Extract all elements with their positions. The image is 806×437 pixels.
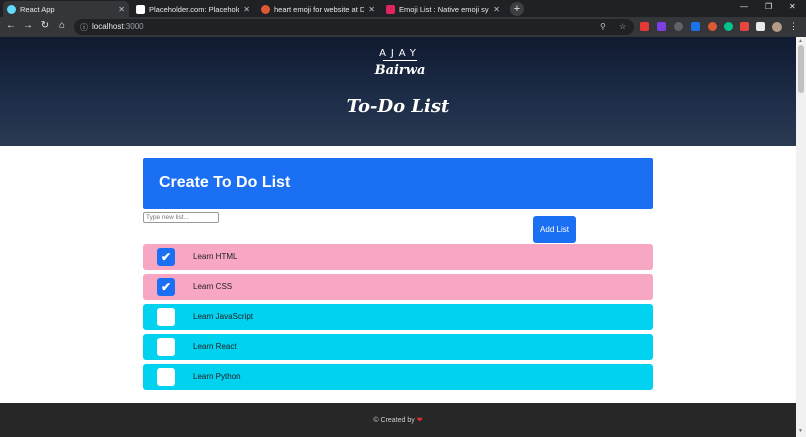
page-scrollbar[interactable]: ▲ ▼	[796, 37, 806, 437]
adblock-extension-icon[interactable]	[640, 22, 649, 31]
close-tab-icon[interactable]: ✕	[243, 5, 250, 14]
footer-credit: © Created by ❤	[0, 416, 796, 424]
url-port: :3000	[123, 22, 144, 31]
browser-tab-strip: React App ✕ Placeholder.com: Placeholder…	[0, 0, 806, 17]
logo-top-text: AJAY	[379, 48, 421, 59]
extension-icon[interactable]	[657, 22, 666, 31]
home-icon[interactable]: ⌂	[55, 20, 69, 31]
site-info-icon[interactable]: ⓘ	[80, 22, 88, 33]
todo-item[interactable]: ✔ Learn HTML	[143, 244, 653, 270]
react-favicon-icon	[7, 4, 16, 14]
back-icon[interactable]: ←	[4, 20, 18, 31]
close-window-icon[interactable]: ✕	[789, 2, 796, 11]
hero-header: AJAY Bairwa To-Do List	[0, 37, 796, 146]
close-tab-icon[interactable]: ✕	[118, 5, 125, 14]
browser-toolbar: ← → ↻ ⌂ ⓘ localhost:3000 ⚲ ☆ ⋮	[0, 17, 806, 37]
extension-icon[interactable]	[708, 22, 717, 31]
todo-item[interactable]: Learn JavaScript	[143, 304, 653, 330]
todo-label: Learn JavaScript	[193, 312, 254, 321]
create-list-heading: Create To Do List	[159, 174, 291, 191]
maximize-icon[interactable]: ❐	[765, 2, 772, 11]
tab-title: Emoji List : Native emoji symbols	[399, 4, 489, 14]
bookmark-star-icon[interactable]: ☆	[619, 22, 626, 31]
tab-react-app[interactable]: React App ✕	[3, 1, 129, 17]
page-viewport: AJAY Bairwa To-Do List Create To Do List…	[0, 37, 796, 437]
logo-script-text: Bairwa	[374, 63, 426, 78]
scroll-up-icon[interactable]: ▲	[798, 38, 803, 44]
heart-icon: ❤	[416, 417, 423, 424]
emoji-favicon-icon	[386, 4, 395, 14]
checkmark-icon: ✔	[160, 250, 172, 264]
add-list-button[interactable]: Add List	[533, 216, 576, 243]
tab-title: React App	[20, 4, 55, 14]
todo-checkbox[interactable]	[157, 308, 175, 326]
new-tab-button[interactable]: +	[510, 2, 524, 16]
url-text[interactable]: localhost:3000	[92, 22, 144, 31]
url-host: localhost	[92, 22, 124, 31]
profile-avatar[interactable]	[772, 22, 782, 32]
tab-placeholder[interactable]: Placeholder.com: Placeholder.com ✕	[132, 1, 254, 17]
extension-icon[interactable]	[674, 22, 683, 31]
tab-title: heart emoji for website at DuckD	[274, 4, 365, 14]
new-list-input[interactable]	[143, 212, 219, 223]
page-title: To-Do List	[346, 96, 450, 117]
footer-credit-text: © Created by	[373, 417, 415, 424]
todo-label: Learn HTML	[193, 252, 238, 261]
todo-checkbox[interactable]: ✔	[157, 278, 175, 296]
address-bar[interactable]: ⓘ localhost:3000 ⚲ ☆	[74, 19, 634, 35]
close-tab-icon[interactable]: ✕	[368, 5, 375, 14]
create-list-card: Create To Do List	[143, 158, 653, 209]
checkmark-icon: ✔	[160, 280, 172, 294]
logo: AJAY Bairwa	[360, 48, 440, 84]
logo-divider	[383, 60, 417, 61]
todo-checkbox[interactable]	[157, 368, 175, 386]
todo-label: Learn React	[193, 342, 237, 351]
tab-duckduckgo[interactable]: heart emoji for website at DuckD ✕	[257, 1, 379, 17]
duckduckgo-favicon-icon	[261, 4, 270, 14]
forward-icon[interactable]: →	[21, 20, 35, 31]
extension-icon[interactable]	[740, 22, 749, 31]
footer: © Created by ❤	[0, 403, 796, 437]
menu-kebab-icon[interactable]: ⋮	[789, 21, 798, 32]
todo-label: Learn Python	[193, 372, 241, 381]
tab-emoji-list[interactable]: Emoji List : Native emoji symbols ✕	[382, 1, 504, 17]
extension-icon[interactable]	[724, 22, 733, 31]
todo-label: Learn CSS	[193, 282, 233, 291]
tab-title: Placeholder.com: Placeholder.com	[149, 4, 239, 14]
todo-checkbox[interactable]	[157, 338, 175, 356]
scrollbar-thumb[interactable]	[798, 45, 804, 93]
todo-checkbox[interactable]: ✔	[157, 248, 175, 266]
todo-item[interactable]: Learn Python	[143, 364, 653, 390]
zoom-icon[interactable]: ⚲	[600, 22, 606, 31]
scroll-down-icon[interactable]: ▼	[798, 428, 803, 434]
todo-item[interactable]: Learn React	[143, 334, 653, 360]
close-tab-icon[interactable]: ✕	[493, 5, 500, 14]
puzzle-extensions-icon[interactable]	[756, 22, 765, 31]
extension-icon[interactable]	[691, 22, 700, 31]
placeholder-favicon-icon	[136, 4, 145, 14]
todo-item[interactable]: ✔ Learn CSS	[143, 274, 653, 300]
minimize-icon[interactable]: —	[740, 2, 748, 11]
reload-icon[interactable]: ↻	[38, 20, 52, 31]
